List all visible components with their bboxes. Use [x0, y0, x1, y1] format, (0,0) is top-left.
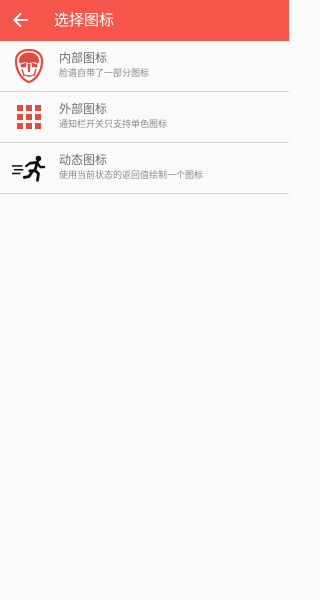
icon-type-list: 内部图标 脸谱自带了一部分图标 外部图标 通知栏开关只支持单色图标 动态图标 使… — [0, 41, 289, 194]
list-item-internal-icons[interactable]: 内部图标 脸谱自带了一部分图标 — [0, 41, 289, 92]
list-item-external-icons[interactable]: 外部图标 通知栏开关只支持单色图标 — [0, 92, 289, 143]
item-label: 外部图标 — [59, 102, 108, 116]
page-title: 选择图标 — [54, 11, 115, 29]
item-label: 动态图标 — [59, 153, 108, 167]
arrow-back-icon — [13, 12, 28, 28]
item-description: 通知栏开关只支持单色图标 — [59, 120, 168, 130]
item-description: 使用当前状态的返回值绘制一个图标 — [59, 171, 204, 181]
item-description: 脸谱自带了一部分图标 — [59, 69, 150, 79]
back-button[interactable] — [10, 9, 32, 31]
list-item-dynamic-icons[interactable]: 动态图标 使用当前状态的返回值绘制一个图标 — [0, 143, 289, 194]
item-label: 内部图标 — [59, 51, 108, 65]
opera-mask-icon — [12, 49, 46, 83]
running-man-icon — [12, 151, 46, 185]
grid-apps-icon — [12, 100, 46, 134]
app-bar: 选择图标 — [0, 0, 289, 41]
